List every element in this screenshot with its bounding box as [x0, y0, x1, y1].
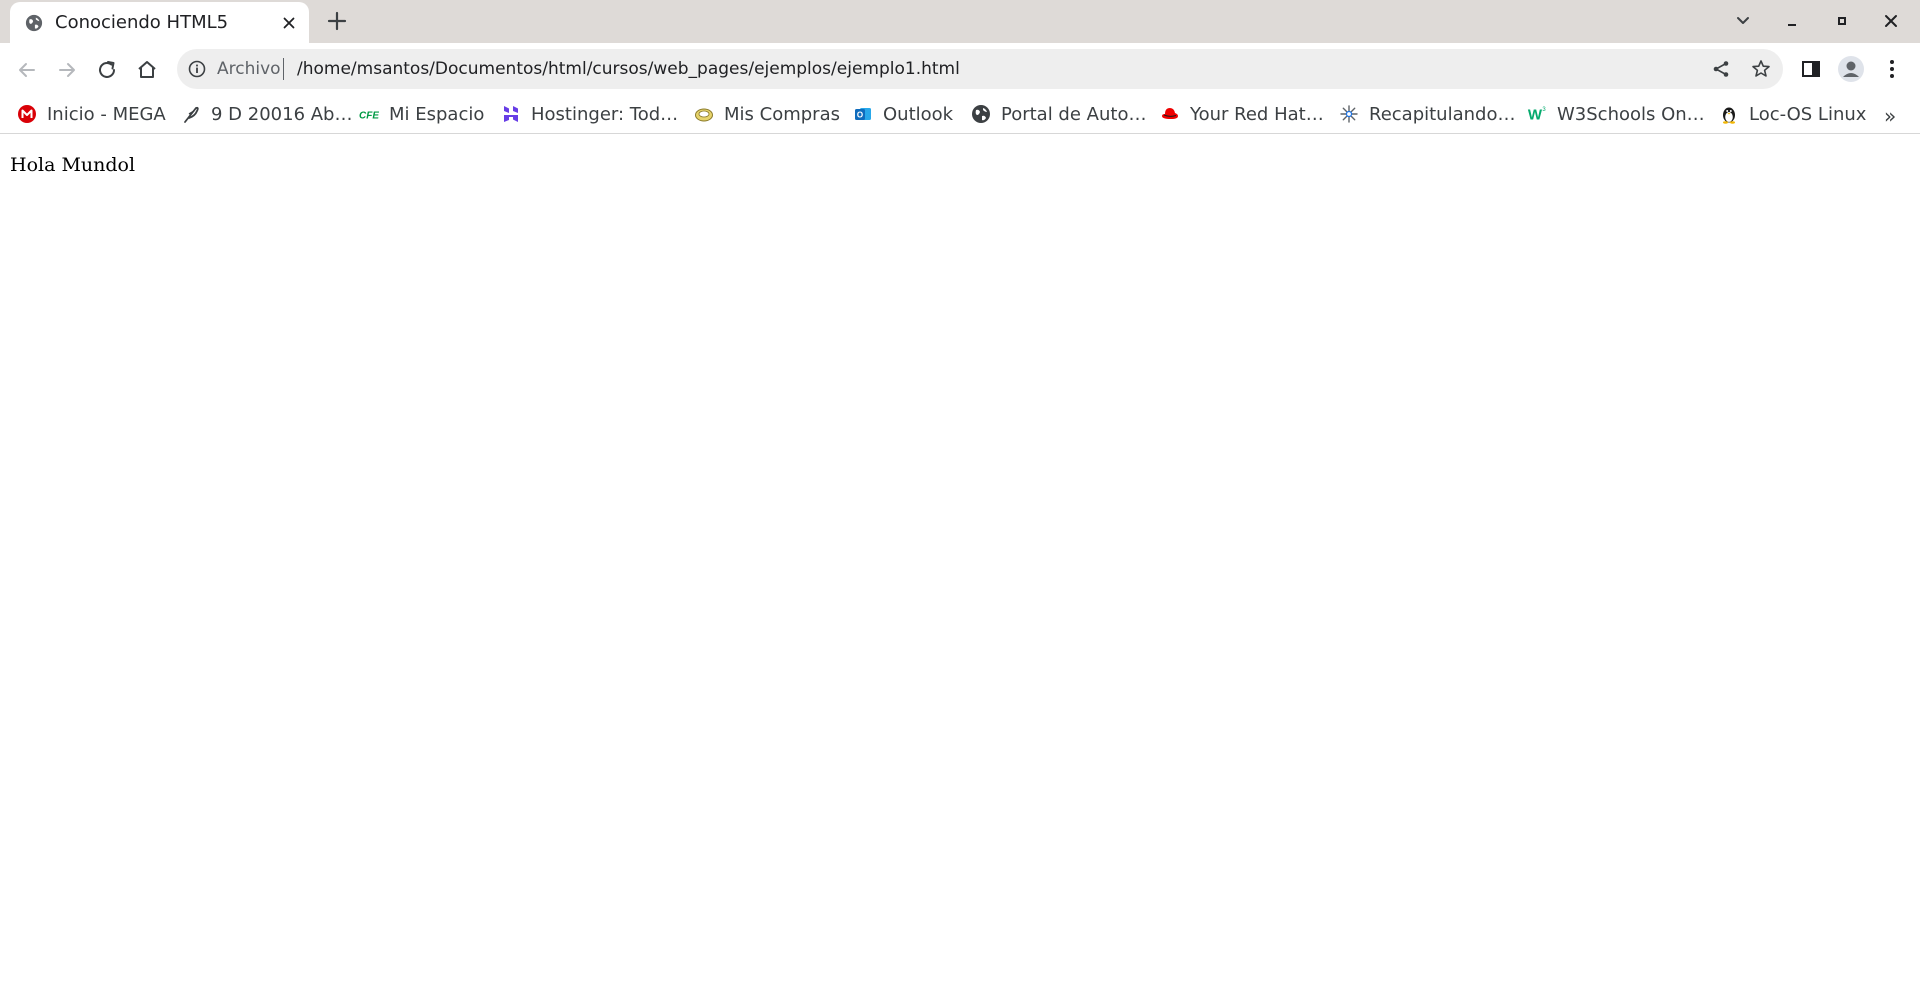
- forward-arrow-icon[interactable]: [54, 57, 80, 83]
- svg-text:CFE: CFE: [359, 111, 379, 122]
- bookmark-item[interactable]: 9 D 20016 Ab…: [181, 100, 352, 128]
- person-icon: [1843, 61, 1859, 77]
- scheme-separator: [283, 58, 284, 80]
- bookmark-label: Inicio - MEGA: [47, 103, 166, 125]
- page-content: Hola Mundol: [0, 134, 1920, 993]
- bookmark-label: Hostinger: Tod…: [531, 103, 679, 125]
- hostinger-icon: [504, 106, 518, 122]
- svg-text:O: O: [857, 111, 863, 120]
- bookmark-item[interactable]: Loc-OS Linux: [1719, 100, 1866, 128]
- bookmark-label: W3Schools On…: [1557, 103, 1705, 125]
- bookmark-item[interactable]: Inicio - MEGA: [17, 100, 166, 128]
- svg-text:W: W: [1528, 107, 1543, 124]
- profile-avatar[interactable]: [1838, 56, 1864, 82]
- new-tab-plus-icon[interactable]: [326, 10, 348, 32]
- close-icon[interactable]: [280, 14, 298, 32]
- globe-icon: [25, 14, 43, 32]
- browser-window: Conociendo HTML5 Archivo /home/msantos/D…: [0, 0, 1920, 993]
- globe-icon: [972, 105, 990, 123]
- bookmark-label: Recapitulando…: [1369, 103, 1516, 125]
- bookmark-item[interactable]: Hostinger: Tod…: [501, 100, 678, 128]
- bookmark-star-icon[interactable]: [1751, 59, 1771, 79]
- bookmark-item[interactable]: Portal de Auto…: [971, 100, 1146, 128]
- bookmark-label: Portal de Auto…: [1001, 103, 1147, 125]
- bookmark-item[interactable]: Mis Compras: [694, 100, 840, 128]
- url-text[interactable]: /home/msantos/Documentos/html/cursos/web…: [297, 59, 960, 79]
- bookmark-label: Mis Compras: [724, 103, 840, 125]
- minimize-icon[interactable]: [1782, 11, 1802, 31]
- bookmark-label: Outlook: [883, 103, 954, 125]
- tab-title: Conociendo HTML5: [55, 12, 229, 33]
- compras-icon: [695, 108, 713, 122]
- quill-icon: [184, 106, 199, 123]
- bookmark-item[interactable]: Your Red Hat…: [1160, 100, 1324, 128]
- home-icon[interactable]: [134, 57, 160, 83]
- info-icon[interactable]: [188, 60, 206, 78]
- bookmark-label: Your Red Hat…: [1190, 103, 1324, 125]
- side-panel-icon[interactable]: [1800, 58, 1822, 80]
- cfe-icon: CFE: [359, 111, 379, 122]
- kebab-menu-icon[interactable]: [1884, 57, 1900, 81]
- tab-active[interactable]: Conociendo HTML5: [10, 2, 309, 43]
- bookmarks-bar: Inicio - MEGA 9 D 20016 Ab… CFE Mi Espac…: [0, 96, 1920, 134]
- bookmark-item[interactable]: Recapitulando…: [1339, 100, 1515, 128]
- back-arrow-icon[interactable]: [14, 57, 40, 83]
- bookmark-label: Loc-OS Linux: [1749, 103, 1867, 125]
- scheme-chip: Archivo: [217, 59, 281, 79]
- maximize-icon[interactable]: [1832, 11, 1852, 31]
- mega-icon: [18, 105, 36, 123]
- svg-text:3: 3: [1542, 107, 1546, 113]
- page-text: Hola Mundol: [10, 154, 136, 176]
- penguin-icon: [1723, 107, 1735, 124]
- redhat-icon: [1162, 108, 1178, 119]
- bookmark-item[interactable]: CFE Mi Espacio: [359, 100, 484, 128]
- bookmark-item[interactable]: O Outlook: [853, 100, 953, 128]
- address-bar[interactable]: Archivo /home/msantos/Documentos/html/cu…: [177, 49, 1783, 89]
- tab-strip: Conociendo HTML5: [0, 0, 1920, 43]
- close-window-icon[interactable]: [1881, 11, 1901, 31]
- bookmark-label: Mi Espacio: [389, 103, 485, 125]
- tab-search-chevron-down-icon[interactable]: [1733, 11, 1753, 31]
- bookmark-item[interactable]: W 3 W3Schools On…: [1527, 100, 1705, 128]
- spark-icon: [1340, 105, 1358, 123]
- w3schools-icon: W 3: [1528, 107, 1546, 124]
- reload-icon[interactable]: [94, 57, 120, 83]
- outlook-icon: O: [855, 108, 871, 120]
- bookmark-label: 9 D 20016 Ab…: [211, 103, 353, 125]
- toolbar: Archivo /home/msantos/Documentos/html/cu…: [0, 43, 1920, 96]
- bookmarks-overflow-button[interactable]: »: [1884, 104, 1896, 128]
- share-icon[interactable]: [1711, 59, 1731, 79]
